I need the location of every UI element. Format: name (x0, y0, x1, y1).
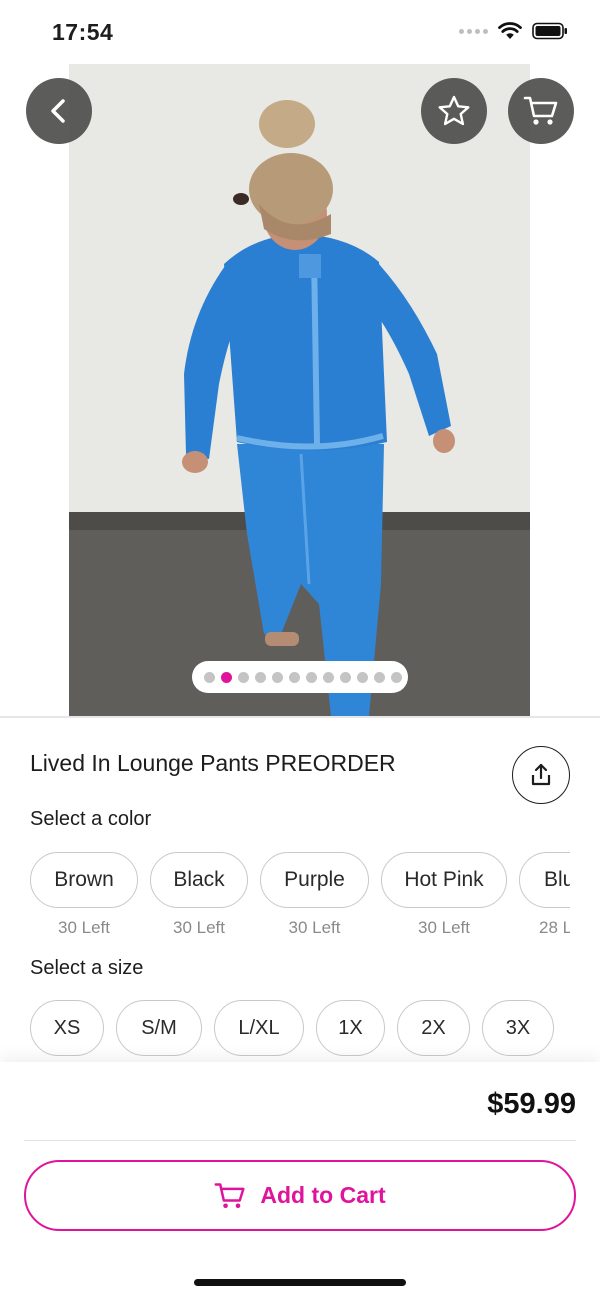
size-option-lxl[interactable]: L/XL (214, 1000, 304, 1056)
color-option-purple[interactable]: Purple (260, 852, 369, 908)
size-option-2x[interactable]: 2X (397, 1000, 470, 1056)
add-to-cart-button[interactable]: Add to Cart (24, 1160, 576, 1231)
pager-dot[interactable] (391, 671, 402, 683)
size-section-label: Select a size (30, 957, 144, 979)
pager-dot[interactable] (272, 671, 283, 683)
color-stock-brown: 30 Left (58, 918, 110, 937)
pager-dot[interactable] (323, 671, 334, 683)
size-option-3x[interactable]: 3X (482, 1000, 554, 1056)
pager-dot[interactable] (374, 671, 385, 683)
color-option-black[interactable]: Black (150, 852, 248, 908)
product-title: Lived In Lounge Pants PREORDER (30, 750, 396, 776)
pager-dot[interactable] (357, 671, 368, 683)
share-icon (531, 763, 551, 786)
pager-dot[interactable] (289, 671, 300, 683)
size-option-1x[interactable]: 1X (316, 1000, 385, 1056)
pager-dot[interactable] (238, 671, 249, 683)
cart-icon (523, 96, 558, 125)
checkout-divider (24, 1140, 576, 1141)
status-bar: 17:54 (0, 0, 600, 64)
color-option-brown[interactable]: Brown (30, 852, 138, 908)
pager-dot[interactable] (255, 671, 266, 683)
cart-button[interactable] (508, 78, 574, 144)
favorite-button[interactable] (421, 78, 487, 144)
color-stock-black: 30 Left (173, 918, 225, 937)
product-image[interactable] (69, 64, 530, 716)
status-icons (459, 22, 568, 40)
pager-dot[interactable] (204, 671, 215, 683)
status-time: 17:54 (52, 19, 114, 45)
cellular-signal-icon (459, 28, 488, 34)
add-to-cart-label: Add to Cart (260, 1182, 386, 1208)
color-options: Brown 30 Left Black 30 Left Purple 30 Le… (30, 852, 570, 952)
share-button[interactable] (512, 746, 570, 804)
product-price: $59.99 (487, 1088, 576, 1120)
pager-dot[interactable] (340, 671, 351, 683)
image-pager[interactable] (192, 661, 408, 693)
back-button[interactable] (26, 78, 92, 144)
wifi-icon (498, 22, 522, 39)
pager-dot[interactable] (306, 671, 317, 683)
size-option-xs[interactable]: XS (30, 1000, 104, 1056)
hero-divider (0, 716, 600, 718)
star-icon (438, 95, 470, 126)
color-section-label: Select a color (30, 808, 152, 830)
size-option-sm[interactable]: S/M (116, 1000, 202, 1056)
battery-icon (532, 22, 567, 40)
cart-icon (214, 1182, 245, 1208)
color-option-blue[interactable]: Blue (519, 852, 570, 908)
color-stock-purple: 30 Left (288, 918, 341, 937)
color-stock-hot-pink: 30 Left (418, 918, 470, 937)
home-indicator[interactable] (194, 1279, 406, 1286)
color-option-hot-pink[interactable]: Hot Pink (381, 852, 507, 908)
color-stock-blue: 28 Left (539, 918, 570, 937)
pager-dot[interactable] (221, 671, 232, 683)
chevron-left-icon (51, 99, 65, 123)
